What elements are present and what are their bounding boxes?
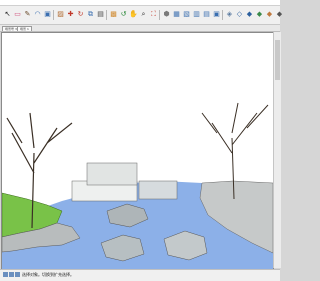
- geo-location-icon[interactable]: [3, 272, 8, 277]
- zoom-extents-icon: ⛶: [151, 10, 156, 18]
- xray-style-button[interactable]: ◈: [225, 9, 234, 20]
- eraser-tool-button[interactable]: ▭: [13, 9, 22, 20]
- help-icon[interactable]: [15, 272, 20, 277]
- shape-tool-icon: ▣: [44, 10, 51, 18]
- wireframe-style-button[interactable]: ◇: [235, 9, 244, 20]
- select-tool-icon: ↖: [4, 10, 11, 18]
- vertical-scrollbar[interactable]: [273, 32, 281, 268]
- toolbar-separator: [106, 10, 107, 20]
- rotate-tool-icon: ↻: [77, 10, 84, 18]
- tape-measure-tool-icon: ▤: [97, 10, 104, 18]
- arc-tool-button[interactable]: ◠: [33, 9, 42, 20]
- left-view-button[interactable]: ▣: [212, 9, 221, 20]
- eraser-tool-icon: ▭: [14, 10, 21, 18]
- credits-icon[interactable]: [9, 272, 14, 277]
- pan-tool-button[interactable]: ✋: [129, 9, 138, 20]
- pencil-tool-icon: ✎: [24, 10, 31, 18]
- scene-tabs: 场景号 3 场景 1: [0, 25, 280, 32]
- front-view-icon: ▧: [183, 10, 190, 18]
- monochrome-style-icon: ◆: [276, 10, 283, 18]
- status-icons: [3, 272, 20, 277]
- paint-bucket-tool-icon: ▩: [110, 10, 117, 18]
- back-view-icon: ▤: [203, 10, 210, 18]
- arc-tool-icon: ◠: [34, 10, 41, 18]
- rotate-tool-button[interactable]: ↻: [76, 9, 85, 20]
- right-view-button[interactable]: ▥: [192, 9, 201, 20]
- top-view-icon: ▦: [173, 10, 180, 18]
- iso-view-button[interactable]: ⬢: [162, 9, 171, 20]
- textured-style-icon: ◆: [266, 10, 273, 18]
- zoom-extents-button[interactable]: ⛶: [149, 9, 158, 20]
- shape-tool-button[interactable]: ▣: [43, 9, 52, 20]
- toolbar: ↖ ▭ ✎ ◠ ▣ ▨ ✚ ↻ ⧉ ▤ ▩ ↺ ✋ ⌕ ⛶ ⬢ ▦ ▧ ▥ ▤ ▣ ◈ ◇ ◆ ◆ ◆ ◆: [0, 6, 282, 25]
- left-view-icon: ▣: [213, 10, 220, 18]
- hidden-line-style-button[interactable]: ◆: [245, 9, 254, 20]
- right-view-icon: ▥: [193, 10, 200, 18]
- select-tool-button[interactable]: ↖: [3, 9, 12, 20]
- toolbar-separator: [53, 10, 54, 20]
- scrollbar-thumb[interactable]: [275, 40, 280, 80]
- zoom-tool-icon: ⌕: [141, 10, 146, 18]
- status-bar: 选择对象。切换到扩充选择。: [0, 269, 280, 281]
- push-pull-tool-icon: ▨: [57, 10, 64, 18]
- toolbar-separator: [159, 10, 160, 20]
- paint-bucket-tool-button[interactable]: ▩: [109, 9, 118, 20]
- offset-tool-button[interactable]: ⧉: [86, 9, 95, 20]
- hidden-line-style-icon: ◆: [246, 10, 253, 18]
- scene-render: [2, 33, 273, 269]
- pan-tool-icon: ✋: [129, 10, 138, 18]
- push-pull-tool-button[interactable]: ▨: [56, 9, 65, 20]
- pavilion-upper: [86, 162, 138, 186]
- tape-measure-tool-button[interactable]: ▤: [96, 9, 105, 20]
- shaded-style-button[interactable]: ◆: [255, 9, 264, 20]
- model-viewport[interactable]: [1, 32, 274, 270]
- toolbar-separator: [222, 10, 223, 20]
- offset-tool-icon: ⧉: [88, 10, 93, 18]
- scene-tab-2[interactable]: 场景 1: [17, 26, 32, 31]
- monochrome-style-button[interactable]: ◆: [275, 9, 284, 20]
- orbit-tool-button[interactable]: ↺: [119, 9, 128, 20]
- wireframe-style-icon: ◇: [236, 10, 243, 18]
- front-view-button[interactable]: ▧: [182, 9, 191, 20]
- pavilion-side: [138, 180, 178, 200]
- back-view-button[interactable]: ▤: [202, 9, 211, 20]
- shaded-style-icon: ◆: [256, 10, 263, 18]
- orbit-tool-icon: ↺: [120, 10, 127, 18]
- top-view-button[interactable]: ▦: [172, 9, 181, 20]
- move-tool-button[interactable]: ✚: [66, 9, 75, 20]
- xray-style-icon: ◈: [226, 10, 233, 18]
- status-message: 选择对象。切换到扩充选择。: [22, 272, 74, 277]
- zoom-tool-button[interactable]: ⌕: [139, 9, 148, 20]
- move-tool-icon: ✚: [67, 10, 74, 18]
- iso-view-icon: ⬢: [163, 10, 170, 18]
- textured-style-button[interactable]: ◆: [265, 9, 274, 20]
- pencil-tool-button[interactable]: ✎: [23, 9, 32, 20]
